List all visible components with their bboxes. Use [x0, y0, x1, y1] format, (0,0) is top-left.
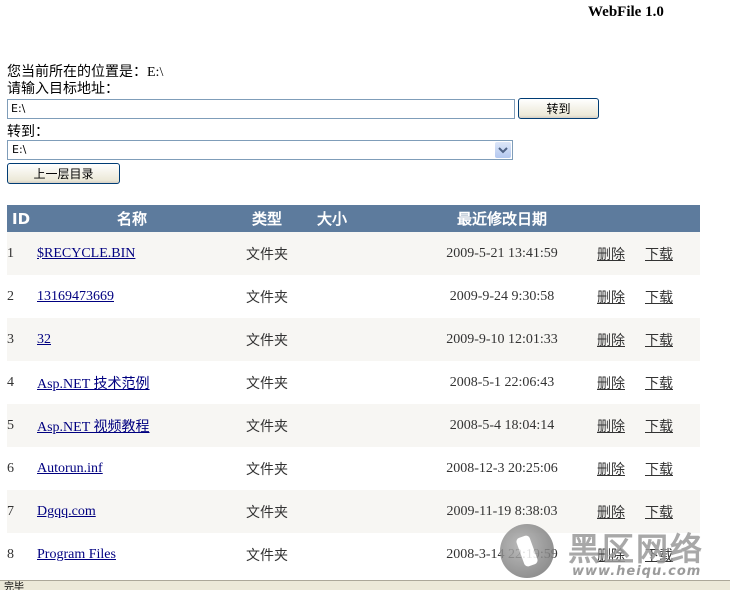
cell-id: 3: [7, 318, 37, 361]
table-row: 6 Autorun.inf 文件夹 2008-12-3 20:25:06 删除 …: [7, 447, 700, 490]
table-row: 1 $RECYCLE.BIN 文件夹 2009-5-21 13:41:59 删除…: [7, 232, 700, 275]
file-name-link[interactable]: 13169473669: [37, 289, 114, 304]
drive-select-value: E:\: [12, 143, 27, 156]
delete-link[interactable]: 删除: [597, 505, 625, 521]
parent-directory-button[interactable]: 上一层目录: [7, 163, 120, 184]
cell-type: 文件夹: [227, 318, 307, 361]
status-bar: 完毕: [0, 580, 730, 590]
cell-modified: 2008-3-14 22:19:59: [407, 533, 597, 576]
cell-id: 6: [7, 447, 37, 490]
file-name-link[interactable]: 32: [37, 332, 51, 347]
header-name[interactable]: 名称: [37, 205, 227, 232]
cell-id: 2: [7, 275, 37, 318]
cell-id: 1: [7, 232, 37, 275]
cell-type: 文件夹: [227, 275, 307, 318]
table-row: 7 Dgqq.com 文件夹 2009-11-19 8:38:03 删除 下载: [7, 490, 700, 533]
header-modified[interactable]: 最近修改日期: [407, 205, 597, 232]
cell-size: [307, 232, 407, 275]
cell-type: 文件夹: [227, 533, 307, 576]
download-link[interactable]: 下载: [645, 505, 673, 521]
cell-id: 8: [7, 533, 37, 576]
delete-link[interactable]: 删除: [597, 548, 625, 564]
cell-type: 文件夹: [227, 447, 307, 490]
delete-link[interactable]: 删除: [597, 419, 625, 435]
cell-modified: 2008-5-1 22:06:43: [407, 361, 597, 404]
status-text: 完毕: [4, 582, 24, 590]
file-name-link[interactable]: Asp.NET 技术范例: [37, 377, 150, 392]
cell-modified: 2009-5-21 13:41:59: [407, 232, 597, 275]
jump-label: 转到：: [7, 125, 49, 140]
cell-modified: 2009-9-24 9:30:58: [407, 275, 597, 318]
download-link[interactable]: 下载: [645, 548, 673, 564]
table-row: 8 Program Files 文件夹 2008-3-14 22:19:59 删…: [7, 533, 700, 576]
cell-type: 文件夹: [227, 232, 307, 275]
file-name-link[interactable]: Asp.NET 视频教程: [37, 420, 150, 435]
header-action-delete: [597, 205, 645, 232]
delete-link[interactable]: 删除: [597, 290, 625, 306]
table-row: 5 Asp.NET 视频教程 文件夹 2008-5-4 18:04:14 删除 …: [7, 404, 700, 447]
cell-id: 4: [7, 361, 37, 404]
go-button[interactable]: 转到: [518, 98, 599, 119]
table-header-row: ID 名称 类型 大小 最近修改日期: [7, 205, 700, 232]
header-size[interactable]: 大小: [307, 205, 407, 232]
cell-size: [307, 275, 407, 318]
delete-link[interactable]: 删除: [597, 333, 625, 349]
target-address-label: 请输入目标地址：: [7, 82, 119, 97]
cell-size: [307, 533, 407, 576]
file-name-link[interactable]: Autorun.inf: [37, 461, 103, 476]
download-link[interactable]: 下载: [645, 376, 673, 392]
cell-modified: 2009-9-10 12:01:33: [407, 318, 597, 361]
delete-link[interactable]: 删除: [597, 462, 625, 478]
file-name-link[interactable]: Dgqq.com: [37, 504, 96, 519]
cell-modified: 2008-5-4 18:04:14: [407, 404, 597, 447]
location-path: E:\: [147, 65, 164, 80]
download-link[interactable]: 下载: [645, 462, 673, 478]
header-action-download: [645, 205, 700, 232]
drive-select[interactable]: E:\: [7, 140, 513, 160]
download-link[interactable]: 下载: [645, 247, 673, 263]
app-title: WebFile 1.0: [588, 4, 664, 20]
delete-link[interactable]: 删除: [597, 376, 625, 392]
download-link[interactable]: 下载: [645, 290, 673, 306]
cell-size: [307, 361, 407, 404]
download-link[interactable]: 下载: [645, 333, 673, 349]
cell-type: 文件夹: [227, 490, 307, 533]
table-row: 3 32 文件夹 2009-9-10 12:01:33 删除 下载: [7, 318, 700, 361]
cell-size: [307, 318, 407, 361]
cell-modified: 2008-12-3 20:25:06: [407, 447, 597, 490]
header-id: ID: [7, 205, 37, 232]
delete-link[interactable]: 删除: [597, 247, 625, 263]
cell-size: [307, 404, 407, 447]
header-type[interactable]: 类型: [227, 205, 307, 232]
chevron-down-icon[interactable]: [495, 142, 511, 158]
table-row: 2 13169473669 文件夹 2009-9-24 9:30:58 删除 下…: [7, 275, 700, 318]
file-name-link[interactable]: Program Files: [37, 547, 116, 562]
file-name-link[interactable]: $RECYCLE.BIN: [37, 246, 135, 261]
cell-size: [307, 447, 407, 490]
cell-id: 7: [7, 490, 37, 533]
cell-type: 文件夹: [227, 361, 307, 404]
cell-id: 5: [7, 404, 37, 447]
cell-modified: 2009-11-19 8:38:03: [407, 490, 597, 533]
cell-size: [307, 490, 407, 533]
cell-type: 文件夹: [227, 404, 307, 447]
target-address-input[interactable]: [7, 99, 515, 119]
download-link[interactable]: 下载: [645, 419, 673, 435]
file-table: ID 名称 类型 大小 最近修改日期 1 $RECYCLE.BIN 文件夹 20…: [7, 205, 700, 576]
table-row: 4 Asp.NET 技术范例 文件夹 2008-5-1 22:06:43 删除 …: [7, 361, 700, 404]
